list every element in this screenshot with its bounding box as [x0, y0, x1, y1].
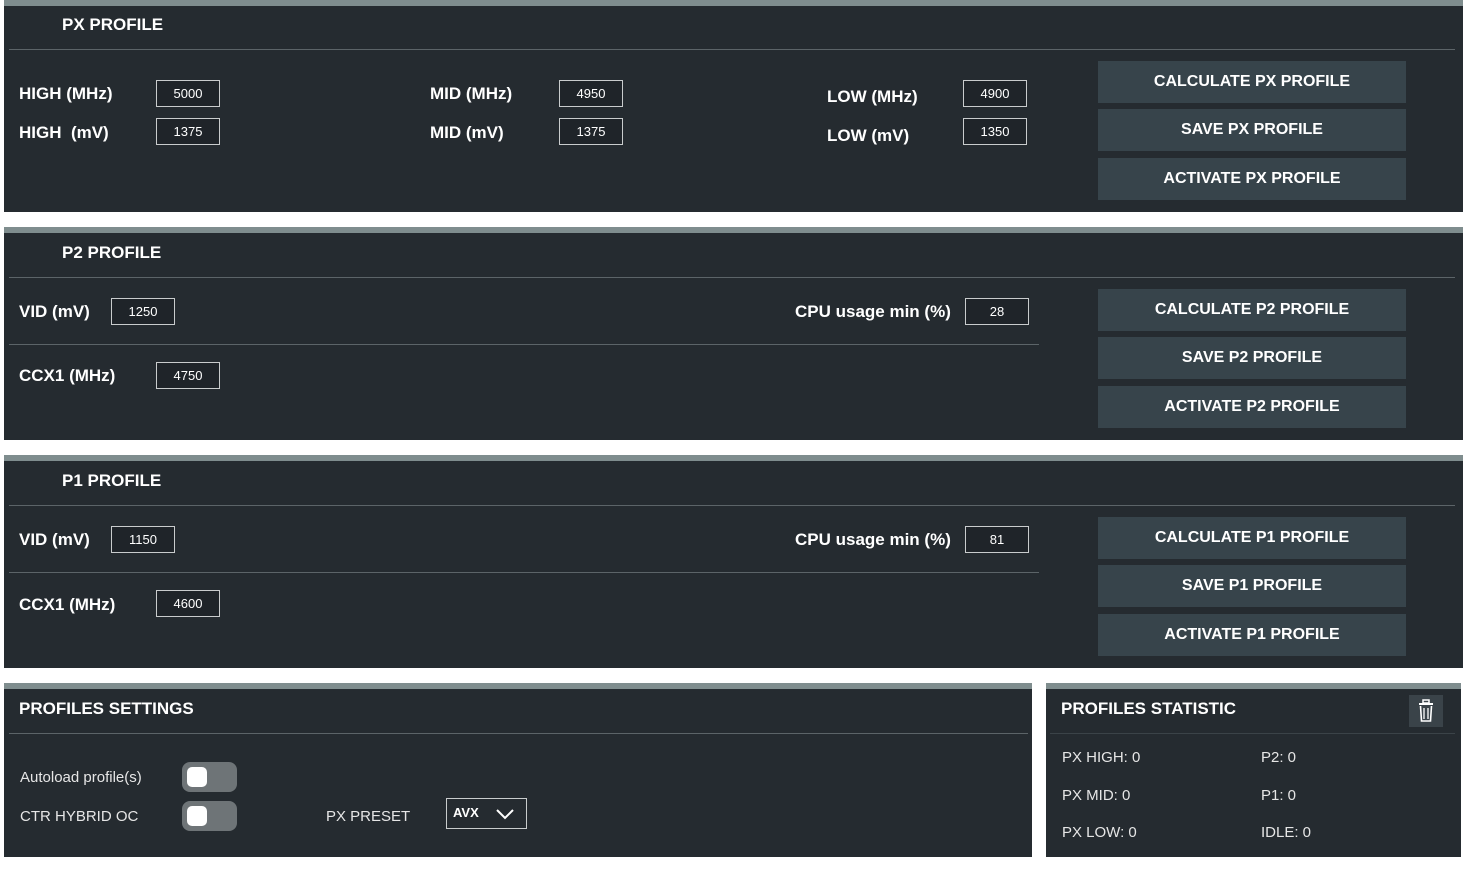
save-px-profile-button[interactable]: SAVE PX PROFILE [1098, 109, 1406, 151]
clear-statistic-button[interactable] [1409, 695, 1443, 727]
px-profile-divider [9, 49, 1455, 50]
p1-ccx1-input[interactable] [156, 590, 220, 617]
p2-vid-input[interactable] [111, 298, 175, 325]
save-p1-profile-button[interactable]: SAVE P1 PROFILE [1098, 565, 1406, 607]
calculate-p2-profile-button[interactable]: CALCULATE P2 PROFILE [1098, 289, 1406, 331]
p1-cpu-usage-input[interactable] [965, 526, 1029, 553]
profiles-settings-title: PROFILES SETTINGS [19, 699, 194, 718]
p1-vid-label: VID (mV) [19, 530, 90, 549]
stat-px-low: PX LOW: 0 [1062, 824, 1137, 841]
p1-vid-input[interactable] [111, 526, 175, 553]
p2-vid-label: VID (mV) [19, 302, 90, 321]
p2-profile-title: P2 PROFILE [62, 243, 162, 262]
low-mhz-label: LOW (MHz) [827, 87, 918, 106]
mid-mv-input[interactable] [559, 118, 623, 145]
p2-ccx1-input[interactable] [156, 362, 220, 389]
mid-mhz-label: MID (MHz) [430, 84, 513, 103]
stat-px-high: PX HIGH: 0 [1062, 749, 1141, 766]
window-edge [1470, 0, 1476, 870]
low-mv-label: LOW (mV) [827, 126, 910, 145]
save-p2-profile-button[interactable]: SAVE P2 PROFILE [1098, 337, 1406, 379]
stat-p2: P2: 0 [1261, 749, 1297, 766]
high-mhz-label: HIGH (MHz) [19, 84, 113, 103]
autoload-toggle[interactable] [182, 762, 237, 792]
ctr-hybrid-oc-label: CTR HYBRID OC [20, 808, 139, 825]
px-preset-select[interactable]: AVX [446, 798, 527, 829]
p1-profile-title: P1 PROFILE [62, 471, 162, 490]
p2-cpu-usage-label: CPU usage min (%) [795, 302, 951, 321]
high-mv-label: HIGH (mV) [19, 123, 109, 142]
px-preset-label: PX PRESET [326, 808, 411, 825]
low-mv-input[interactable] [963, 118, 1027, 145]
high-mv-input[interactable] [156, 118, 220, 145]
profiles-statistic-title: PROFILES STATISTIC [1061, 699, 1237, 718]
autoload-toggle-knob [187, 767, 207, 787]
profiles-statistic-divider [1050, 733, 1455, 734]
activate-p2-profile-button[interactable]: ACTIVATE P2 PROFILE [1098, 386, 1406, 428]
p1-inner-divider [9, 572, 1039, 573]
p1-ccx1-label: CCX1 (MHz) [19, 595, 116, 614]
activate-p1-profile-button[interactable]: ACTIVATE P1 PROFILE [1098, 614, 1406, 656]
p2-profile-divider [9, 277, 1455, 278]
mid-mv-label: MID (mV) [430, 123, 504, 142]
ctr-hybrid-oc-toggle-knob [187, 806, 207, 826]
ctr-hybrid-oc-toggle[interactable] [182, 801, 237, 831]
p2-ccx1-label: CCX1 (MHz) [19, 366, 116, 385]
p1-cpu-usage-label: CPU usage min (%) [795, 530, 951, 549]
p1-profile-divider [9, 505, 1455, 506]
calculate-p1-profile-button[interactable]: CALCULATE P1 PROFILE [1098, 517, 1406, 559]
autoload-label: Autoload profile(s) [20, 769, 142, 786]
high-mhz-input[interactable] [156, 80, 220, 107]
px-preset-value: AVX [453, 805, 479, 820]
profiles-settings-divider [9, 733, 1028, 734]
p2-cpu-usage-input[interactable] [965, 298, 1029, 325]
mid-mhz-input[interactable] [559, 80, 623, 107]
calculate-px-profile-button[interactable]: CALCULATE PX PROFILE [1098, 61, 1406, 103]
px-profile-title: PX PROFILE [62, 15, 164, 34]
stat-px-mid: PX MID: 0 [1062, 787, 1131, 804]
trash-icon [1419, 699, 1433, 722]
stat-idle: IDLE: 0 [1261, 824, 1312, 841]
low-mhz-input[interactable] [963, 80, 1027, 107]
activate-px-profile-button[interactable]: ACTIVATE PX PROFILE [1098, 158, 1406, 200]
stat-p1: P1: 0 [1261, 787, 1297, 804]
chevron-down-icon [496, 809, 514, 820]
p2-inner-divider [9, 344, 1039, 345]
